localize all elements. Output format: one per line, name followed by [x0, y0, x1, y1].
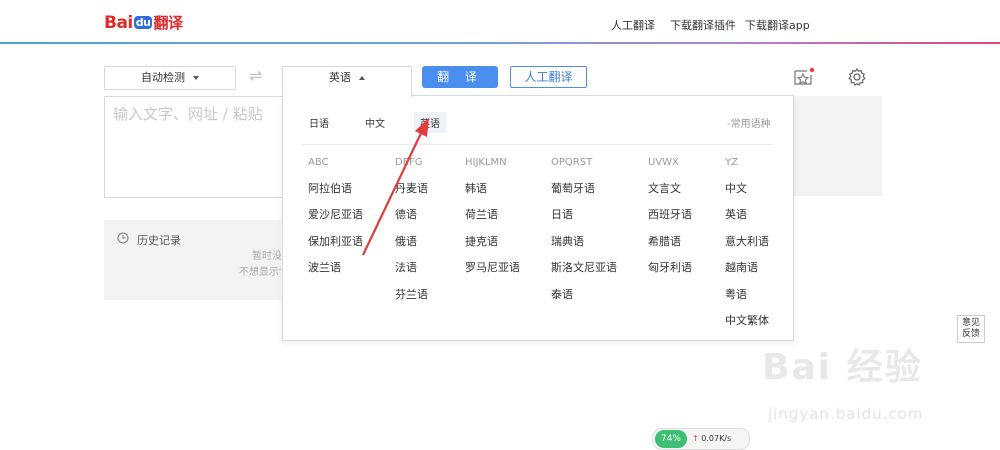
baidu-translate-logo[interactable]: Bai du 翻译 — [104, 12, 183, 33]
feedback-line2: 反馈 — [961, 329, 980, 339]
lang-option[interactable]: 芬兰语 — [395, 286, 428, 302]
recent-lang-japanese[interactable]: 日语 — [309, 115, 329, 130]
lang-option[interactable]: 匈牙利语 — [648, 259, 692, 275]
translate-button[interactable]: 翻 译 — [422, 66, 498, 88]
source-text-placeholder: 输入文字、网址 / 粘贴 — [113, 105, 263, 123]
swap-languages-icon[interactable]: ⇌ — [249, 66, 262, 85]
history-empty-text: 暂时没有 — [252, 251, 281, 262]
lang-option[interactable]: 中文繁体 — [725, 312, 769, 328]
lang-option[interactable]: 捷克语 — [465, 233, 498, 249]
lang-option[interactable]: 泰语 — [551, 286, 573, 302]
nav-download-plugin[interactable]: 下载翻译插件 — [670, 17, 736, 33]
lang-option[interactable]: 阿拉伯语 — [308, 180, 352, 196]
column-header-hijklmn: HIJKLMN — [465, 157, 507, 168]
gear-icon[interactable] — [847, 67, 867, 87]
chevron-down-icon — [193, 76, 199, 80]
lang-option[interactable]: 意大利语 — [725, 233, 769, 249]
lang-option[interactable]: 斯洛文尼亚语 — [551, 259, 617, 275]
lang-option[interactable]: 粤语 — [725, 286, 747, 302]
translation-output-area — [792, 96, 882, 196]
common-languages-label: -常用语种 — [727, 119, 771, 130]
speed-rate-value: 0.07K/s — [701, 434, 732, 443]
baidu-jingyan-watermark: Bai 经验 — [762, 347, 923, 388]
feedback-line1: 意见 — [961, 318, 980, 328]
column-header-yz: YZ — [725, 157, 738, 168]
lang-option[interactable]: 葡萄牙语 — [551, 180, 595, 196]
lang-option[interactable]: 荷兰语 — [465, 206, 498, 222]
logo-du: du — [133, 16, 153, 29]
lang-option[interactable]: 罗马尼亚语 — [465, 259, 520, 275]
chevron-up-icon — [359, 76, 365, 80]
annotation-arrow-icon — [362, 118, 429, 256]
feedback-button[interactable]: 意见 反馈 — [957, 315, 985, 343]
lang-option[interactable]: 希腊语 — [648, 233, 681, 249]
logo-bai: Bai — [104, 13, 133, 33]
speed-percent-badge: 74% — [655, 430, 687, 448]
speed-rate: ↑ 0.07K/s — [692, 434, 731, 443]
source-language-select[interactable]: 自动检测 — [104, 66, 236, 90]
history-clock-icon — [117, 232, 129, 244]
nav-human-translate[interactable]: 人工翻译 — [611, 17, 655, 33]
nav-download-app[interactable]: 下载翻译app — [745, 17, 810, 33]
lang-option[interactable]: 韩语 — [465, 180, 487, 196]
favorite-star-icon[interactable] — [793, 66, 815, 86]
lang-option[interactable]: 日语 — [551, 206, 573, 222]
column-header-abc: ABC — [308, 157, 329, 168]
source-language-label: 自动检测 — [141, 71, 185, 84]
lang-option[interactable]: 波兰语 — [308, 259, 341, 275]
history-empty-hint: 不想显示记录 — [239, 267, 281, 278]
target-language-select[interactable]: 英语 — [282, 66, 412, 97]
header-divider — [0, 42, 1000, 44]
lang-option[interactable]: 西班牙语 — [648, 206, 692, 222]
lang-option[interactable]: 中文 — [725, 180, 747, 196]
lang-option[interactable]: 越南语 — [725, 259, 758, 275]
history-title: 历史记录 — [137, 234, 181, 247]
column-header-uvwx: UVWX — [648, 157, 679, 168]
logo-name: 翻译 — [153, 14, 183, 32]
lang-option[interactable]: 英语 — [725, 206, 747, 222]
target-language-label: 英语 — [329, 71, 351, 84]
upload-arrow-icon: ↑ — [692, 434, 699, 443]
lang-option[interactable]: 文言文 — [648, 180, 681, 196]
lang-option[interactable]: 瑞典语 — [551, 233, 584, 249]
human-translate-button[interactable]: 人工翻译 — [510, 66, 587, 88]
column-header-opqrst: OPQRST — [551, 157, 593, 168]
watermark-url: jingyan.baidu.com — [768, 405, 924, 423]
